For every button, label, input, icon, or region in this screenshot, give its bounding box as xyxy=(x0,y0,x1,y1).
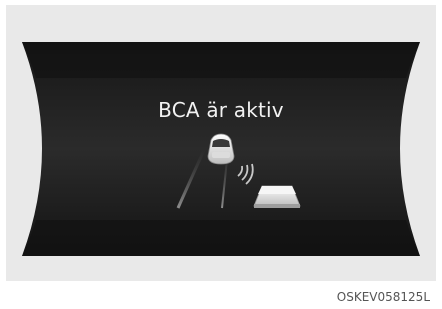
cluster-display xyxy=(22,42,420,256)
approaching-car-icon xyxy=(253,185,301,208)
screen-bottom-band xyxy=(22,220,420,256)
own-car-icon xyxy=(207,133,235,165)
figure-code: OSKEV058125L xyxy=(336,290,430,304)
screen-top-band xyxy=(22,42,420,78)
bca-status-message: BCA är aktiv xyxy=(158,98,284,122)
